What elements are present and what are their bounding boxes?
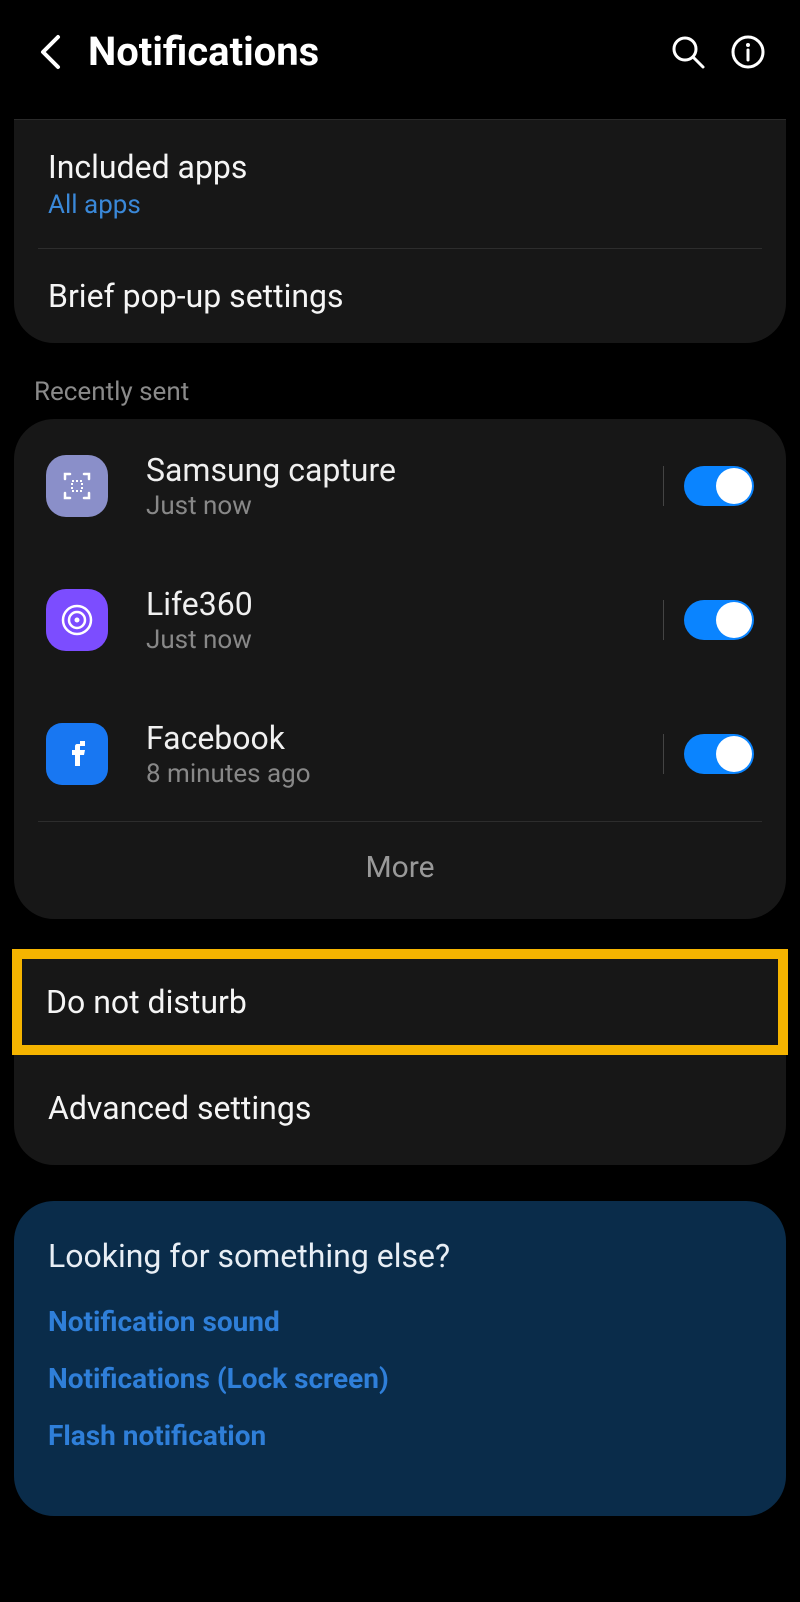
info-button[interactable]: [726, 30, 770, 74]
app-text: Samsung capture Just now: [146, 451, 653, 521]
help-link-notifications-lock-screen[interactable]: Notifications (Lock screen): [48, 1362, 752, 1395]
toggle-facebook[interactable]: [684, 734, 754, 774]
toggle-life360[interactable]: [684, 600, 754, 640]
included-apps-title: Included apps: [48, 148, 752, 186]
app-row-facebook[interactable]: Facebook 8 minutes ago: [14, 697, 786, 811]
page-title: Notifications: [88, 28, 650, 75]
recently-sent-label: Recently sent: [0, 343, 800, 419]
search-icon: [670, 34, 706, 70]
chevron-left-icon: [39, 34, 61, 70]
life360-icon: [46, 589, 108, 651]
recently-sent-card: Samsung capture Just now Life360 Just no…: [14, 419, 786, 919]
advanced-settings-title: Advanced settings: [48, 1089, 752, 1127]
help-link-notification-sound[interactable]: Notification sound: [48, 1305, 752, 1338]
app-row-life360[interactable]: Life360 Just now: [14, 563, 786, 677]
app-name: Life360: [146, 585, 653, 623]
app-row-samsung-capture[interactable]: Samsung capture Just now: [14, 429, 786, 543]
app-time: 8 minutes ago: [146, 759, 653, 789]
app-name: Samsung capture: [146, 451, 653, 489]
help-card: Looking for something else? Notification…: [14, 1201, 786, 1516]
app-time: Just now: [146, 625, 653, 655]
back-button[interactable]: [30, 32, 70, 72]
toggle-separator: [663, 466, 664, 506]
app-name: Facebook: [146, 719, 653, 757]
more-button[interactable]: More: [14, 822, 786, 919]
do-not-disturb-title: Do not disturb: [46, 983, 754, 1021]
brief-popup-row[interactable]: Brief pop-up settings: [14, 249, 786, 343]
do-not-disturb-row[interactable]: Do not disturb: [12, 949, 788, 1055]
header: Notifications: [0, 0, 800, 99]
brief-popup-title: Brief pop-up settings: [48, 277, 752, 315]
included-apps-sub: All apps: [48, 190, 752, 220]
app-text: Life360 Just now: [146, 585, 653, 655]
toggle-separator: [663, 600, 664, 640]
toggle-samsung-capture[interactable]: [684, 466, 754, 506]
settings-group-top: Included apps All apps Brief pop-up sett…: [14, 119, 786, 343]
facebook-icon: [46, 723, 108, 785]
app-time: Just now: [146, 491, 653, 521]
search-button[interactable]: [666, 30, 710, 74]
settings-group: Do not disturb Advanced settings: [14, 949, 786, 1165]
help-link-flash-notification[interactable]: Flash notification: [48, 1419, 752, 1452]
help-title: Looking for something else?: [48, 1237, 752, 1275]
advanced-settings-row[interactable]: Advanced settings: [14, 1055, 786, 1165]
toggle-separator: [663, 734, 664, 774]
samsung-capture-icon: [46, 455, 108, 517]
info-icon: [730, 34, 766, 70]
app-text: Facebook 8 minutes ago: [146, 719, 653, 789]
included-apps-row[interactable]: Included apps All apps: [14, 120, 786, 248]
more-label: More: [365, 850, 434, 885]
